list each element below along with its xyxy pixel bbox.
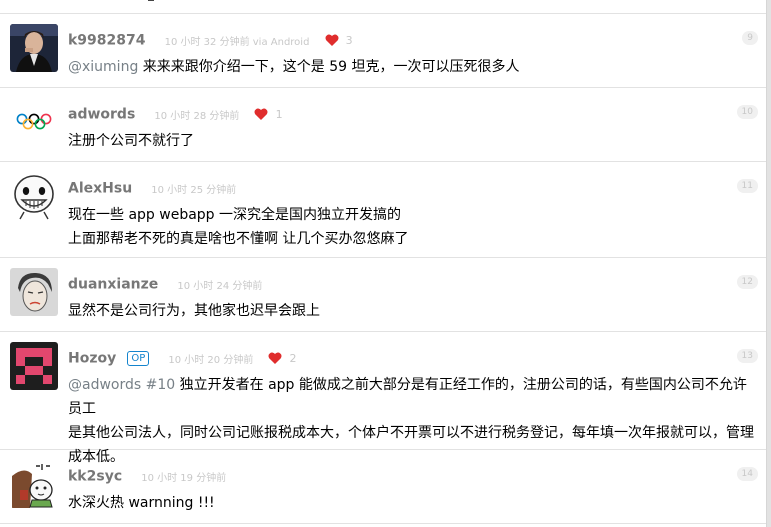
mention-link[interactable]: @adwords [68,377,141,393]
reply-text: 水深火热 warnning !!! [68,495,215,511]
like-count: 2 [289,352,297,365]
floor-number: 13 [736,349,758,363]
avatar[interactable] [10,460,58,508]
floor-number: 12 [736,275,758,289]
reply-time: 10 小时 25 分钟前 [151,185,237,196]
username[interactable]: Hozoy [68,351,116,367]
reply-item: adwords 10 小时 28 分钟前 1 10 注册个公司不就行了 [0,88,766,162]
avatar[interactable] [10,172,58,220]
reply-item: duanxianze 10 小时 24 分钟前 12 显然不是公司行为，其他家也… [0,258,766,332]
reply-meta: Hozoy OP 10 小时 20 分钟前 2 [68,348,297,368]
reply-time: 10 小时 28 分钟前 [154,111,240,122]
floor-number: 11 [736,179,758,193]
reply-text-line: 是其他公司法人，同时公司记账报税成本大，个体户不开票可以不进行税务登记，每年填一… [68,425,754,441]
reply-meta: AlexHsu 10 小时 25 分钟前 [68,178,236,198]
reply-text-line: 现在一些 app webapp 一深究全是国内独立开发搞的 [68,207,402,223]
reply-meta: adwords 10 小时 28 分钟前 1 [68,104,283,124]
reply-meta: k9982874 10 小时 32 分钟前 via Android 3 [68,30,353,50]
reply-text: 注册个公司不就行了 [68,133,194,149]
floor-number: 9 [742,31,758,45]
avatar[interactable] [10,342,58,390]
reply-meta: duanxianze 10 小时 24 分钟前 [68,274,262,294]
reply-item: AlexHsu 10 小时 25 分钟前 11 现在一些 app webapp … [0,162,766,258]
reply-item: kk2syc 10 小时 19 分钟前 14 水深火热 warnning !!! [0,450,766,524]
mention-link[interactable]: @xiuming [68,59,138,75]
reply-time: 10 小时 19 分钟前 [141,473,227,484]
like-count: 1 [275,108,283,121]
reply-content: 水深火热 warnning !!! [68,491,756,515]
username[interactable]: k9982874 [68,33,146,49]
floor-reference-link[interactable]: #10 [141,377,176,393]
username[interactable]: kk2syc [68,469,122,485]
like-count: 3 [345,34,353,47]
avatar[interactable] [10,24,58,72]
floor-number: 14 [736,467,758,481]
reply-item: k9982874 10 小时 32 分钟前 via Android 3 9 @x… [0,14,766,88]
reply-text: 来来来跟你介绍一下，这个是 59 坦克，一次可以压死很多人 [138,59,520,75]
previous-reply-edge [0,0,766,14]
reply-content: 注册个公司不就行了 [68,129,756,153]
reply-item: Hozoy OP 10 小时 20 分钟前 2 13 @adwords #10 … [0,332,766,465]
heart-icon [254,105,268,124]
avatar[interactable] [10,98,58,146]
reply-time: 10 小时 24 分钟前 [177,281,263,292]
username[interactable]: AlexHsu [68,181,132,197]
reply-content: 显然不是公司行为，其他家也迟早会跟上 [68,299,756,323]
heart-icon [325,31,339,50]
reply-time: 10 小时 32 分钟前 via Android [164,37,310,48]
op-badge: OP [127,351,150,366]
reply-text-line: 上面那帮老不死的真是啥也不懂啊 让几个买办忽悠麻了 [68,231,409,247]
replies-panel: k9982874 10 小时 32 分钟前 via Android 3 9 @x… [0,0,767,527]
avatar[interactable] [10,268,58,316]
reply-content: @xiuming 来来来跟你介绍一下，这个是 59 坦克，一次可以压死很多人 [68,55,756,79]
username[interactable]: adwords [68,107,135,123]
reply-meta: kk2syc 10 小时 19 分钟前 [68,466,226,486]
reply-time: 10 小时 20 分钟前 [168,355,254,366]
heart-icon [268,349,282,368]
username[interactable]: duanxianze [68,277,158,293]
reply-text: 显然不是公司行为，其他家也迟早会跟上 [68,303,320,319]
reply-content: 现在一些 app webapp 一深究全是国内独立开发搞的 上面那帮老不死的真是… [68,203,756,251]
floor-number: 10 [736,105,758,119]
